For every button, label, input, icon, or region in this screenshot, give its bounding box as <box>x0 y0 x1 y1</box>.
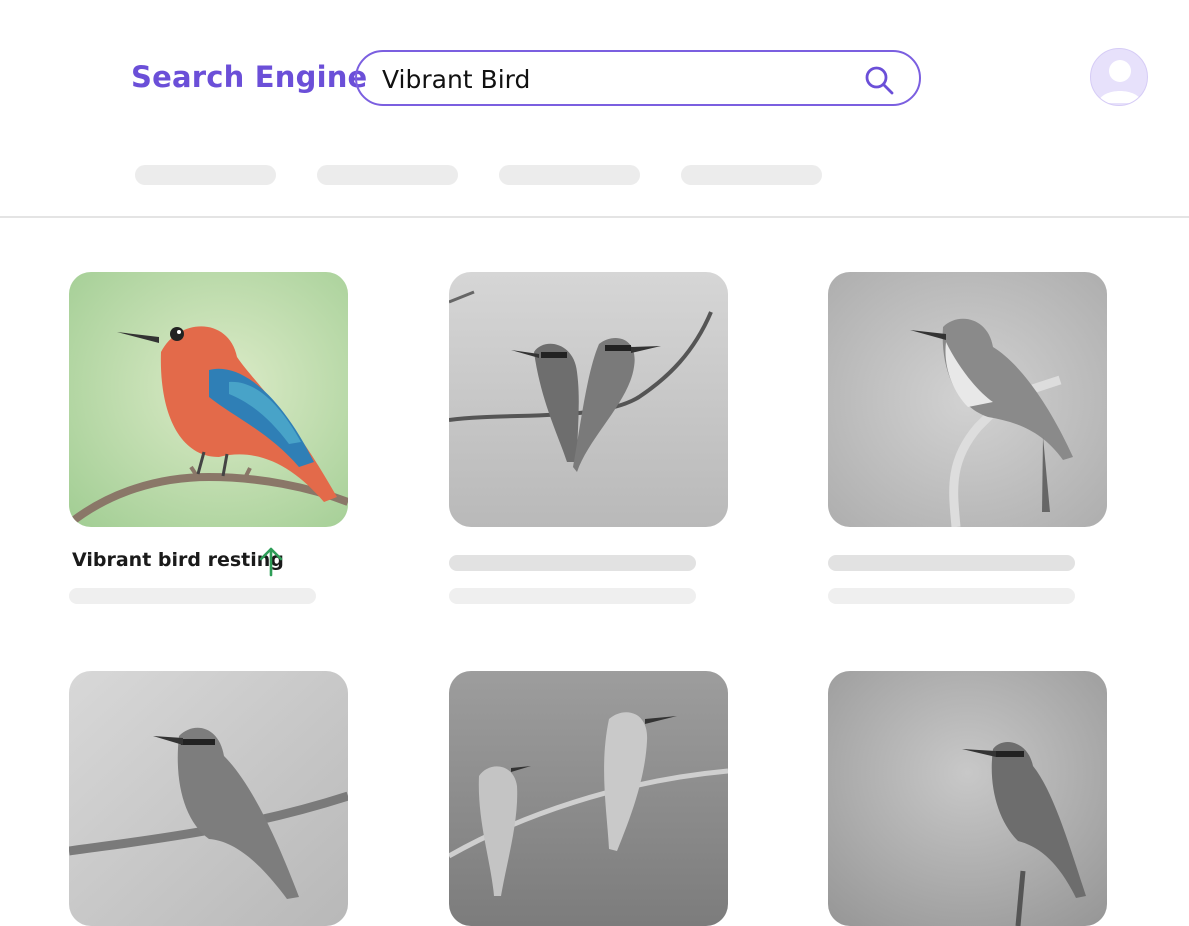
result-image-3[interactable] <box>828 272 1107 527</box>
search-icon[interactable] <box>863 64 895 96</box>
result-subtitle-placeholder-3 <box>828 588 1075 604</box>
result-title-placeholder-3 <box>828 555 1075 571</box>
result-image-4[interactable] <box>69 671 348 926</box>
filter-placeholder-4[interactable] <box>681 165 822 185</box>
result-image-2[interactable] <box>449 272 728 527</box>
result-subtitle-placeholder-2 <box>449 588 696 604</box>
result-image-6[interactable] <box>828 671 1107 926</box>
result-image-5[interactable] <box>449 671 728 926</box>
search-box[interactable]: Vibrant Bird <box>355 50 921 106</box>
result-caption-1[interactable]: Vibrant bird resting <box>72 549 284 571</box>
user-icon <box>1098 60 1142 103</box>
search-input[interactable]: Vibrant Bird <box>382 65 530 94</box>
result-title-placeholder-2 <box>449 555 696 571</box>
result-image-1[interactable] <box>69 272 348 527</box>
filter-placeholder-1[interactable] <box>135 165 276 185</box>
filter-placeholder-2[interactable] <box>317 165 458 185</box>
filter-placeholder-3[interactable] <box>499 165 640 185</box>
arrow-up-icon <box>259 547 283 577</box>
header-divider <box>0 216 1189 218</box>
brand-title[interactable]: Search Engine <box>131 60 367 94</box>
result-subtitle-placeholder-1 <box>69 588 316 604</box>
avatar[interactable] <box>1090 48 1148 106</box>
